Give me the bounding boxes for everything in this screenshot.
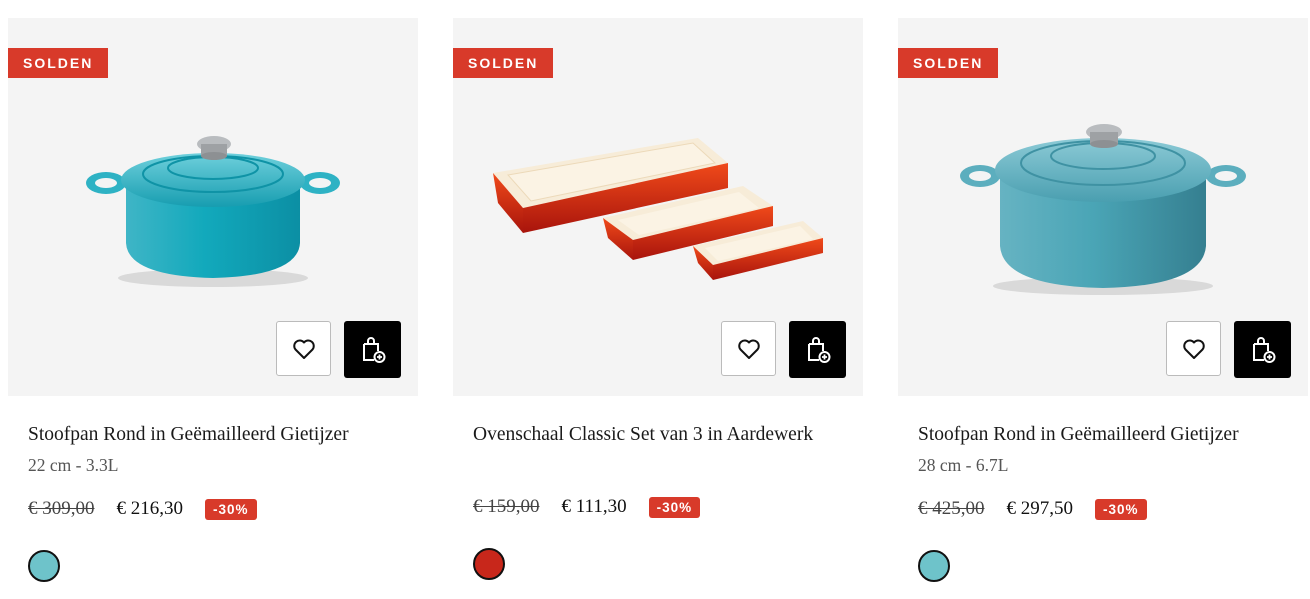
- color-swatch-red[interactable]: [473, 548, 505, 580]
- product-image-area[interactable]: SOLDEN: [453, 18, 863, 396]
- add-to-cart-button[interactable]: [1234, 321, 1291, 378]
- product-card[interactable]: SOLDEN Stoofpan Rond in Geëmailleerd Gie…: [898, 18, 1308, 582]
- heart-icon: [737, 339, 760, 359]
- shopping-bag-plus-icon: [807, 336, 830, 363]
- product-size: 22 cm - 3.3L: [28, 455, 119, 475]
- price-row: € 425,00 € 297,50 -30%: [918, 498, 1147, 520]
- sale-price: € 216,30: [116, 498, 184, 519]
- price-row: € 309,00 € 216,30 -30%: [28, 498, 257, 520]
- wishlist-button[interactable]: [1166, 321, 1221, 376]
- wishlist-button[interactable]: [276, 321, 331, 376]
- sale-badge: SOLDEN: [453, 48, 554, 78]
- product-title-block[interactable]: Stoofpan Rond in Geëmailleerd Gietijzer …: [918, 420, 1298, 480]
- color-swatch-turquoise[interactable]: [918, 550, 950, 582]
- original-price: € 159,00: [473, 496, 540, 517]
- shopping-bag-plus-icon: [1252, 336, 1275, 363]
- product-title-block[interactable]: Stoofpan Rond in Geëmailleerd Gietijzer …: [28, 420, 408, 480]
- discount-badge: -30%: [648, 496, 701, 518]
- product-size: 28 cm - 6.7L: [918, 455, 1009, 475]
- product-card[interactable]: SOLDEN Ovenschaal Classic Set van 3 in A…: [453, 18, 863, 580]
- product-title-block[interactable]: Ovenschaal Classic Set van 3 in Aardewer…: [473, 420, 853, 450]
- color-swatch-turquoise[interactable]: [28, 550, 60, 582]
- product-title[interactable]: Stoofpan Rond in Geëmailleerd Gietijzer: [918, 420, 1298, 450]
- sale-badge: SOLDEN: [8, 48, 109, 78]
- product-title[interactable]: Ovenschaal Classic Set van 3 in Aardewer…: [473, 420, 853, 450]
- discount-badge: -30%: [205, 498, 257, 520]
- shopping-bag-plus-icon: [362, 336, 385, 363]
- original-price: € 309,00: [28, 498, 95, 519]
- product-title[interactable]: Stoofpan Rond in Geëmailleerd Gietijzer: [28, 420, 408, 450]
- add-to-cart-button[interactable]: [344, 321, 401, 378]
- sale-price: € 111,30: [561, 496, 627, 517]
- price-row: € 159,00 € 111,30 -30%: [473, 496, 701, 518]
- product-image-area[interactable]: SOLDEN: [8, 18, 418, 396]
- heart-icon: [1182, 339, 1205, 359]
- heart-icon: [292, 339, 315, 359]
- original-price: € 425,00: [918, 498, 985, 519]
- discount-badge: -30%: [1095, 498, 1147, 520]
- sale-badge: SOLDEN: [898, 48, 999, 78]
- product-card[interactable]: SOLDEN Stoofpan Rond in Geëmailleerd Gie…: [8, 18, 418, 582]
- sale-price: € 297,50: [1006, 498, 1074, 519]
- wishlist-button[interactable]: [721, 321, 776, 376]
- product-image-area[interactable]: SOLDEN: [898, 18, 1308, 396]
- add-to-cart-button[interactable]: [789, 321, 846, 378]
